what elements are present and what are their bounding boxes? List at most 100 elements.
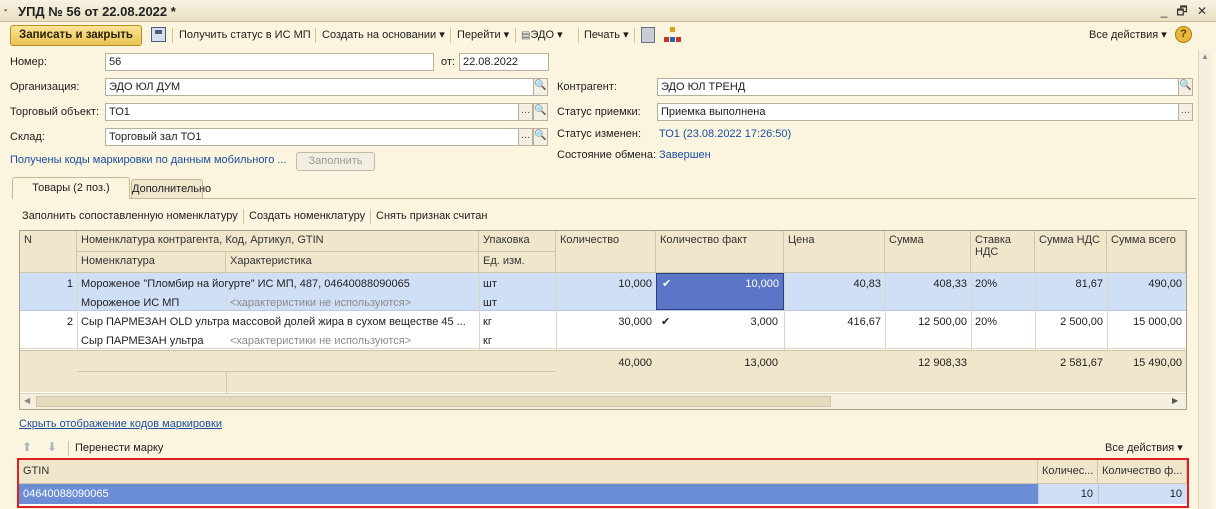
- total-cell[interactable]: 490,00: [1111, 277, 1182, 291]
- number-field[interactable]: 56: [105, 53, 434, 71]
- col-header-characteristic[interactable]: Характеристика: [226, 252, 479, 273]
- qty-cell[interactable]: 10,000: [560, 277, 652, 291]
- sum-cell[interactable]: 12 500,00: [889, 315, 967, 329]
- col-header-total[interactable]: Сумма всего: [1107, 231, 1186, 273]
- sum-cell[interactable]: 408,33: [889, 277, 967, 291]
- vat-rate-cell[interactable]: 20%: [975, 277, 1031, 291]
- unset-scanned-flag-button[interactable]: Снять признак считан: [376, 209, 487, 224]
- counterparty-field[interactable]: ЭДО ЮЛ ТРЕНД: [657, 78, 1179, 96]
- scroll-thumb[interactable]: [36, 396, 831, 407]
- search-icon[interactable]: 🔍: [533, 103, 548, 121]
- vat-rate-cell[interactable]: 20%: [975, 315, 1031, 329]
- col-header-mark-qty-fact[interactable]: Количество ф...: [1098, 460, 1187, 484]
- create-based-on-button[interactable]: Создать на основании ▾: [322, 28, 445, 43]
- all-actions-button[interactable]: Все действия ▾: [1089, 28, 1167, 43]
- arrow-down-icon[interactable]: ⬇: [47, 440, 57, 454]
- characteristic-cell[interactable]: <характеристики не используются>: [230, 334, 477, 348]
- form-scrollbar[interactable]: ▲: [1198, 50, 1212, 509]
- ellipsis-icon[interactable]: …: [518, 128, 533, 146]
- col-header-qty[interactable]: Количество: [556, 231, 656, 273]
- price-cell[interactable]: 40,83: [788, 277, 881, 291]
- search-icon[interactable]: 🔍: [533, 78, 548, 96]
- col-header-qty-fact[interactable]: Количество факт: [656, 231, 784, 273]
- vat-sum-cell[interactable]: 81,67: [1039, 277, 1103, 291]
- date-label: от:: [441, 56, 455, 68]
- mark-all-actions-button[interactable]: Все действия ▾: [1105, 441, 1183, 456]
- table-row[interactable]: 04640088090065 10 10: [19, 484, 1187, 504]
- col-header-unit[interactable]: Ед. изм.: [479, 252, 556, 273]
- status-changed-link[interactable]: ТО1 (23.08.2022 17:26:50): [659, 126, 791, 142]
- acceptance-status-field[interactable]: Приемка выполнена: [657, 103, 1179, 121]
- status-changed-label: Статус изменен:: [557, 128, 642, 140]
- restore-button[interactable]: 🗗: [1174, 4, 1190, 18]
- col-header-vat-sum[interactable]: Сумма НДС: [1035, 231, 1107, 273]
- price-cell[interactable]: 416,67: [788, 315, 881, 329]
- table-row[interactable]: 1 Мороженое "Пломбир на йогурте" ИС МП, …: [20, 273, 1186, 311]
- save-icon[interactable]: [151, 27, 166, 42]
- structure-icon[interactable]: [664, 27, 681, 43]
- col-header-n[interactable]: N: [20, 231, 77, 273]
- contr-nomenclature-cell[interactable]: Сыр ПАРМЕЗАН OLD ультра массовой долей ж…: [81, 315, 477, 329]
- close-button[interactable]: ✕: [1194, 4, 1210, 18]
- col-header-price[interactable]: Цена: [784, 231, 885, 273]
- scroll-left-icon[interactable]: ◀: [24, 396, 30, 405]
- help-icon[interactable]: ?: [1175, 26, 1192, 43]
- qty-fact-cell[interactable]: 3,000: [696, 315, 778, 329]
- date-field[interactable]: 22.08.2022: [459, 53, 549, 71]
- mobile-codes-link[interactable]: Получены коды маркировки по данным мобил…: [10, 152, 287, 168]
- scroll-up-icon[interactable]: ▲: [1201, 52, 1209, 61]
- col-header-vat-rate[interactable]: Ставка НДС: [971, 231, 1035, 273]
- col-header-sum[interactable]: Сумма: [885, 231, 971, 273]
- chevron-down-icon: ▾: [623, 29, 629, 41]
- mark-qty-cell[interactable]: 10: [1038, 484, 1098, 504]
- grid-horizontal-scrollbar[interactable]: ◀ ▶: [20, 393, 1186, 409]
- search-icon[interactable]: 🔍: [1178, 78, 1193, 96]
- characteristic-cell[interactable]: <характеристики не используются>: [230, 296, 477, 310]
- ellipsis-icon[interactable]: …: [518, 103, 533, 121]
- vat-sum-cell[interactable]: 2 500,00: [1039, 315, 1103, 329]
- organization-label: Организация:: [10, 81, 80, 93]
- qty-fact-cell-selected[interactable]: ✔ 10,000: [656, 273, 784, 310]
- unit-cell[interactable]: кг: [483, 334, 553, 348]
- get-status-button[interactable]: Получить статус в ИС МП: [179, 28, 311, 43]
- col-header-mark-qty[interactable]: Количес...: [1038, 460, 1098, 484]
- tab-goods[interactable]: Товары (2 поз.): [12, 177, 130, 199]
- table-row[interactable]: 2 Сыр ПАРМЕЗАН OLD ультра массовой долей…: [20, 311, 1186, 349]
- trade-object-field[interactable]: ТО1: [105, 103, 519, 121]
- mark-qty-fact-cell[interactable]: 10: [1098, 484, 1187, 504]
- go-button[interactable]: Перейти ▾: [457, 28, 509, 43]
- total-cell[interactable]: 15 000,00: [1111, 315, 1182, 329]
- organization-field[interactable]: ЭДО ЮЛ ДУМ: [105, 78, 534, 96]
- tab-additional[interactable]: Дополнительно: [131, 179, 211, 199]
- pack-cell[interactable]: кг: [483, 315, 553, 329]
- col-header-nomenclature[interactable]: Номенклатура: [77, 252, 226, 273]
- qty-cell[interactable]: 30,000: [560, 315, 652, 329]
- arrow-up-icon[interactable]: ⬆: [22, 440, 32, 454]
- print-button[interactable]: Печать ▾: [584, 28, 629, 43]
- create-nomenclature-button[interactable]: Создать номенклатуру: [249, 209, 365, 224]
- scroll-right-icon[interactable]: ▶: [1172, 396, 1178, 405]
- save-and-close-button[interactable]: Записать и закрыть: [10, 25, 142, 46]
- pack-cell[interactable]: шт: [483, 277, 553, 291]
- col-header-contr-nomenclature[interactable]: Номенклатура контрагента, Код, Артикул, …: [77, 231, 479, 252]
- col-header-gtin[interactable]: GTIN: [19, 460, 1038, 484]
- move-mark-button[interactable]: Перенести марку: [75, 441, 163, 456]
- hide-marking-codes-link[interactable]: Скрыть отображение кодов маркировки: [19, 416, 222, 432]
- search-icon[interactable]: 🔍: [533, 128, 548, 146]
- nomenclature-cell[interactable]: Мороженое ИС МП: [81, 296, 224, 310]
- all-actions-label: Все действия: [1089, 29, 1159, 41]
- attachment-icon[interactable]: [641, 27, 655, 43]
- gtin-cell[interactable]: 04640088090065: [19, 484, 1038, 504]
- fill-matched-nomenclature-button[interactable]: Заполнить сопоставленную номенклатуру: [22, 209, 238, 224]
- col-header-pack[interactable]: Упаковка: [479, 231, 556, 252]
- contr-nomenclature-cell[interactable]: Мороженое "Пломбир на йогурте" ИС МП, 48…: [81, 277, 477, 291]
- unit-cell[interactable]: шт: [483, 296, 553, 310]
- nomenclature-cell[interactable]: Сыр ПАРМЕЗАН ультра: [81, 334, 224, 348]
- command-bar: Записать и закрыть Получить статус в ИС …: [0, 22, 1216, 50]
- fill-button[interactable]: Заполнить: [296, 152, 375, 171]
- column-divider: [226, 292, 227, 311]
- ellipsis-icon[interactable]: …: [1178, 103, 1193, 121]
- warehouse-field[interactable]: Торговый зал ТО1: [105, 128, 519, 146]
- edo-button[interactable]: ▤ЭДО ▾: [521, 28, 563, 43]
- minimize-button[interactable]: _: [1156, 4, 1172, 18]
